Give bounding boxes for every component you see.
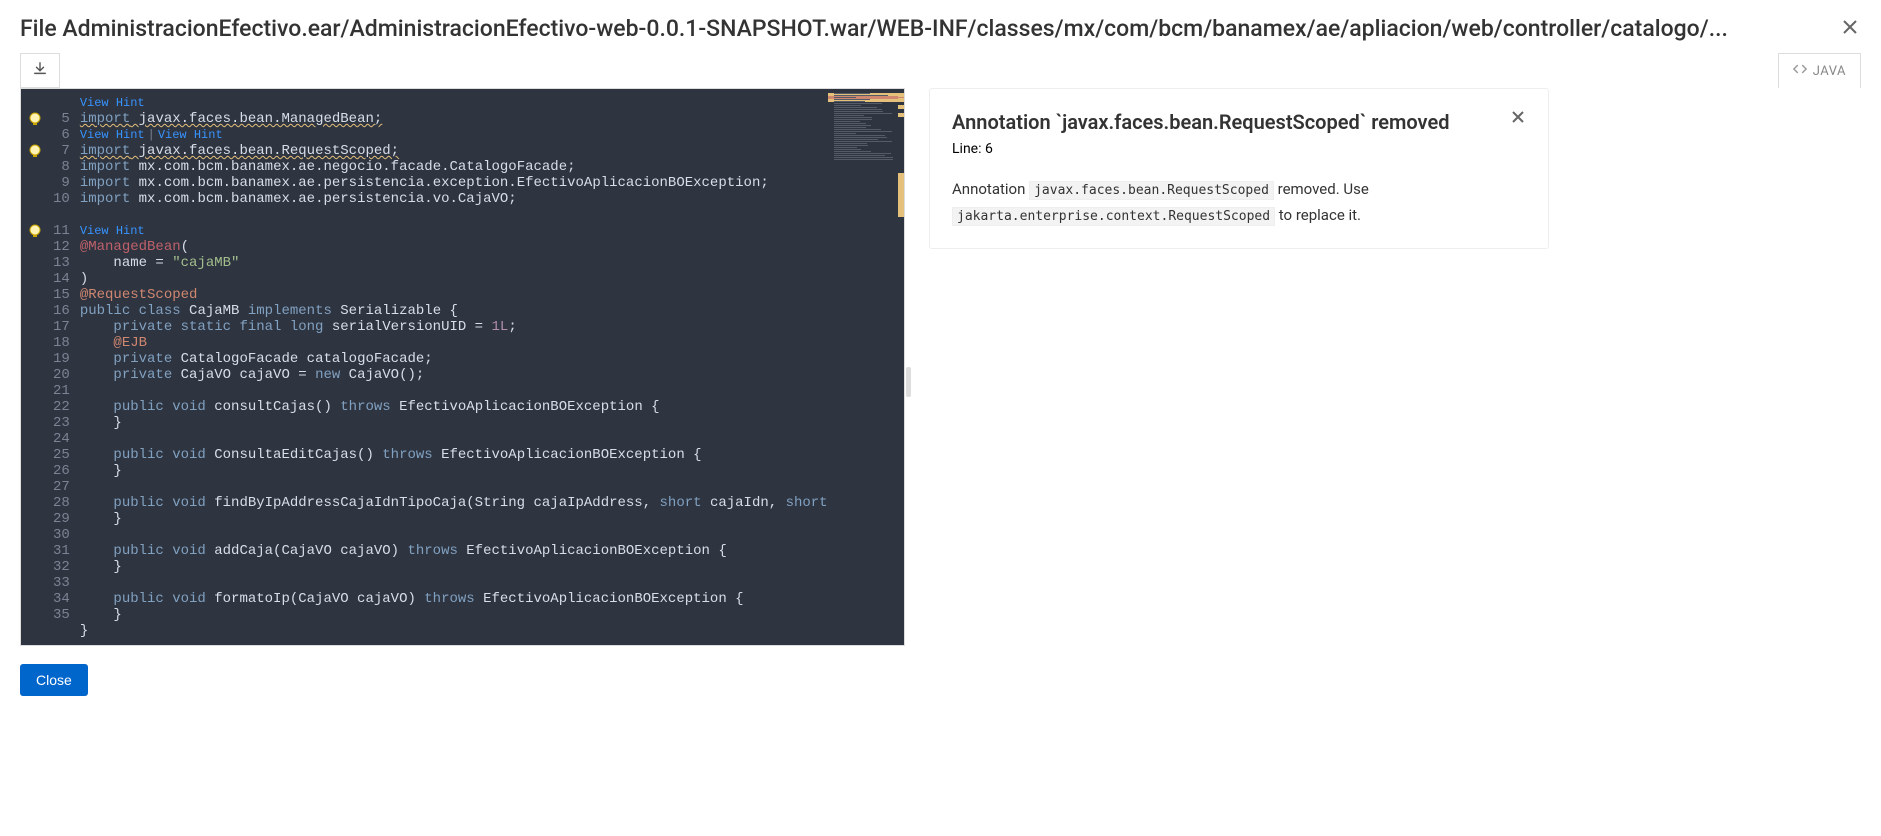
tab-java[interactable]: JAVA [1778, 53, 1861, 88]
close-button[interactable]: Close [20, 664, 88, 696]
splitter-handle[interactable] [906, 367, 911, 397]
lightbulb-icon[interactable] [27, 143, 43, 159]
code-line: public void findByIpAddressCajaIdnTipoCa… [78, 495, 828, 511]
code-content[interactable]: View Hint import import javax.faces.bean… [78, 89, 828, 645]
code-line: public void ConsultaEditCajas() throws E… [78, 447, 828, 463]
code-line: private CatalogoFacade catalogoFacade; [78, 351, 828, 367]
code-line [78, 431, 828, 447]
code-line: @ManagedBean( [78, 239, 828, 255]
close-icon[interactable] [1839, 14, 1861, 43]
code-line [78, 383, 828, 399]
minimap[interactable]: /*minimap filler lines drawn below via J… [828, 89, 904, 645]
issue-line-number: Line: 6 [952, 141, 1526, 157]
line-numbers: 5678910111213141516171819202122232425262… [49, 89, 78, 645]
issue-message: Annotation javax.faces.bean.RequestScope… [952, 177, 1526, 228]
code-line [78, 527, 828, 543]
code-line: @RequestScoped [78, 287, 828, 303]
download-button[interactable] [20, 53, 60, 88]
code-line: public void consultCajas() throws Efecti… [78, 399, 828, 415]
close-icon[interactable] [1510, 109, 1526, 129]
code-line: } [78, 511, 828, 527]
code-line: name = "cajaMB" [78, 255, 828, 271]
code-line: ) [78, 271, 828, 287]
code-hint[interactable]: View Hint [78, 223, 828, 239]
code-line: import javax.faces.bean.RequestScoped; [78, 143, 828, 159]
tab-label: JAVA [1813, 64, 1846, 79]
code-line: private static final long serialVersionU… [78, 319, 828, 335]
code-line: @EJB [78, 335, 828, 351]
code-line: } [78, 463, 828, 479]
code-icon [1793, 62, 1807, 80]
download-icon [33, 62, 47, 79]
code-line: import mx.com.bcm.banamex.ae.persistenci… [78, 191, 828, 207]
code-line: } [78, 559, 828, 575]
issue-title: Annotation `javax.faces.bean.RequestScop… [952, 109, 1449, 135]
code-line: public void addCaja(CajaVO cajaVO) throw… [78, 543, 828, 559]
code-editor[interactable]: 5678910111213141516171819202122232425262… [21, 89, 904, 645]
lightbulb-icon[interactable] [27, 223, 43, 239]
code-line: private CajaVO cajaVO = new CajaVO(); [78, 367, 828, 383]
code-line [78, 575, 828, 591]
code-line [78, 207, 828, 223]
glyph-margin [21, 89, 49, 645]
code-hint[interactable]: View Hint [78, 95, 828, 111]
code-line: import import javax.faces.bean.ManagedBe… [78, 111, 828, 127]
code-line: } [78, 607, 828, 623]
code-line: } [78, 415, 828, 431]
code-line: public class CajaMB implements Serializa… [78, 303, 828, 319]
issue-panel: Annotation `javax.faces.bean.RequestScop… [929, 88, 1549, 249]
page-title: File AdministracionEfectivo.ear/Administ… [20, 15, 1825, 42]
code-hint[interactable]: View Hint|View Hint [78, 127, 828, 143]
code-line: import mx.com.bcm.banamex.ae.negocio.fac… [78, 159, 828, 175]
code-line: import mx.com.bcm.banamex.ae.persistenci… [78, 175, 828, 191]
code-line [78, 479, 828, 495]
code-line: public void formatoIp(CajaVO cajaVO) thr… [78, 591, 828, 607]
lightbulb-icon[interactable] [27, 111, 43, 127]
code-line: } [78, 623, 828, 639]
